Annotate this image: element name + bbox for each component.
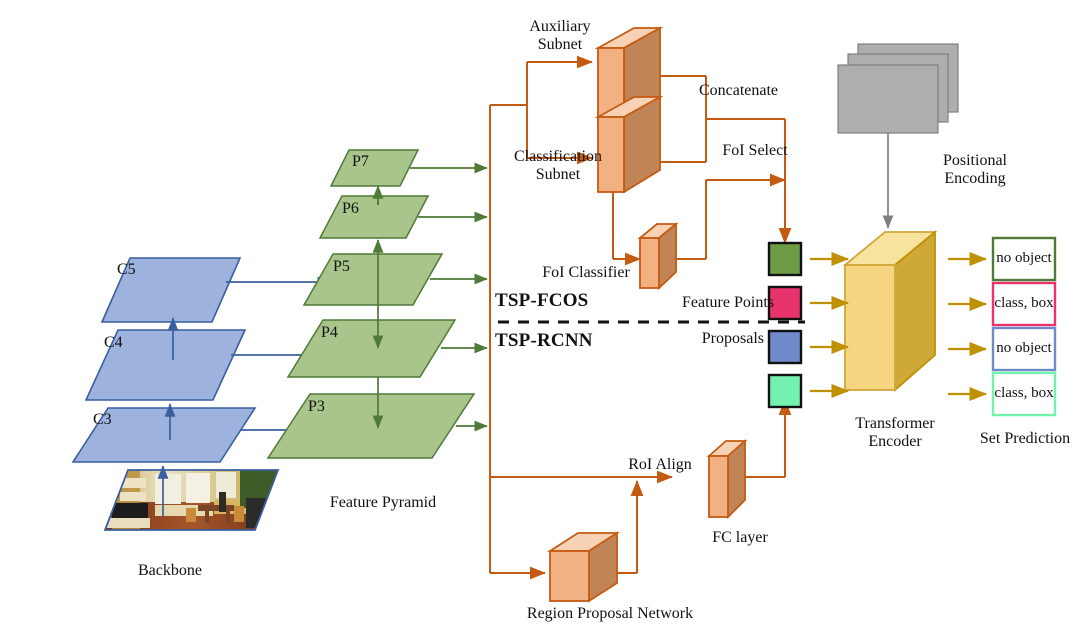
prediction-text-1: no object — [996, 250, 1052, 267]
token-square-blue — [767, 329, 803, 365]
pyramid-label-p5: P5 — [333, 258, 350, 275]
backbone-label-c3: C3 — [93, 411, 112, 428]
transformer-encoder-box — [842, 230, 938, 392]
backbone-caption: Backbone — [138, 562, 202, 579]
pyramid-level-p5 — [302, 253, 444, 306]
pyramid-level-p6 — [318, 195, 430, 239]
positional-encoding-stack — [837, 43, 959, 229]
feature-pyramid-group — [266, 149, 488, 459]
prediction-text-3: no object — [996, 340, 1052, 357]
backbone-group — [71, 257, 331, 531]
pyramid-label-p4: P4 — [321, 324, 338, 341]
pyramid-label-p6: P6 — [342, 200, 359, 217]
pyramid-label-p7: P7 — [352, 153, 369, 170]
token-square-mint — [767, 373, 803, 409]
classification-subnet-label: Classification Subnet — [514, 148, 602, 183]
backbone-label-c5: C5 — [117, 261, 136, 278]
token-square-green — [767, 241, 803, 277]
foi-select-label: FoI Select — [722, 142, 788, 159]
auxiliary-subnet-label: Auxiliary Subnet — [529, 18, 591, 53]
foi-classifier-slab — [637, 222, 679, 291]
transformer-encoder-caption: Transformer Encoder — [855, 415, 935, 450]
pyramid-level-p7 — [329, 149, 420, 187]
prediction-text-2: class, box — [994, 295, 1054, 312]
proposals-label: Proposals — [701, 330, 764, 347]
figure-canvas: C5 C4 C3 Backbone P7 P6 P5 P4 P3 Feature… — [0, 0, 1080, 631]
region-proposal-network-cube — [546, 531, 621, 603]
backbone-label-c4: C4 — [104, 334, 123, 351]
architecture-diagram — [71, 26, 1057, 603]
positional-encoding-label: Positional Encoding — [942, 152, 1007, 187]
pyramid-caption: Feature Pyramid — [329, 494, 437, 511]
token-squares-group — [767, 241, 850, 409]
fc-layer-slab — [706, 439, 748, 520]
fc-layer-label: FC layer — [712, 529, 768, 546]
pyramid-level-p3 — [266, 393, 476, 459]
pyramid-label-p3: P3 — [308, 398, 325, 415]
input-image-thumbnail — [103, 469, 280, 531]
tsp-rcnn-label: TSP-RCNN — [495, 330, 593, 351]
foi-classifier-label: FoI Classifier — [542, 264, 630, 281]
tsp-fcos-label: TSP-FCOS — [495, 290, 589, 311]
roi-align-label: RoI Align — [628, 456, 692, 473]
region-proposal-network-label: Region Proposal Network — [526, 605, 694, 622]
prediction-text-4: class, box — [994, 385, 1054, 402]
set-prediction-caption: Set Prediction — [979, 430, 1071, 447]
concatenate-label: Concatenate — [698, 82, 779, 99]
pyramid-level-p4 — [286, 319, 457, 378]
feature-points-label: Feature Points — [682, 294, 774, 311]
